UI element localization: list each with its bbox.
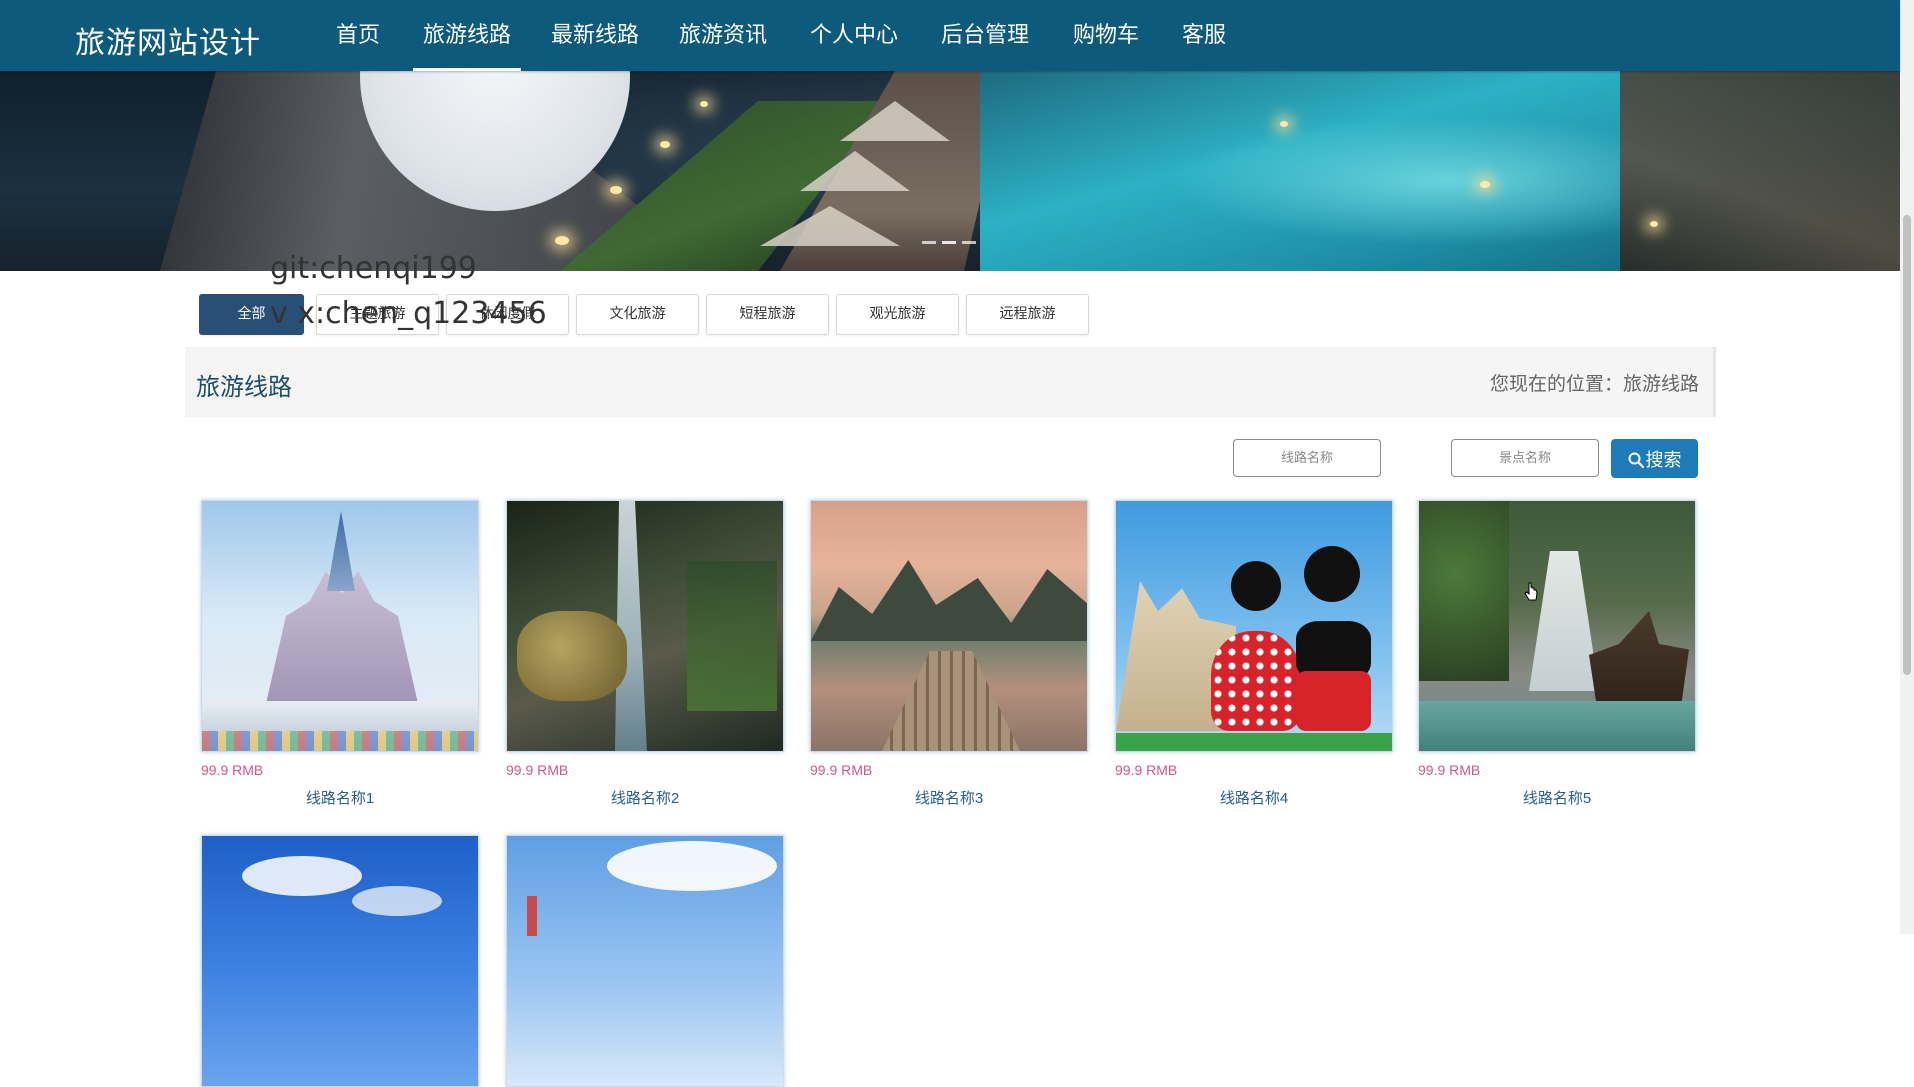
grass-strip: [1116, 733, 1392, 751]
crowd-strip: [202, 731, 478, 751]
category-short-trip[interactable]: 短程旅游: [706, 294, 829, 335]
scrollbar-thumb[interactable]: [1903, 215, 1911, 675]
nav-admin[interactable]: 后台管理: [931, 0, 1039, 71]
carousel-dot-active[interactable]: [942, 241, 956, 244]
route-price: 99.9 RMB: [1418, 762, 1481, 778]
site-brand[interactable]: 旅游网站设计: [75, 18, 261, 62]
route-price: 99.9 RMB: [810, 762, 873, 778]
page-title: 旅游线路: [196, 373, 292, 401]
mickey-figure: [1286, 546, 1381, 751]
lamp-light: [1480, 181, 1490, 188]
river-raft-photo[interactable]: [810, 500, 1088, 752]
waterfall-spray: [1529, 551, 1599, 691]
nav-personal-center[interactable]: 个人中心: [800, 0, 908, 71]
nav-travel-news[interactable]: 旅游资讯: [669, 0, 777, 71]
route-card-2[interactable]: 99.9 RMB 线路名称2: [506, 500, 784, 808]
lamp-light: [660, 141, 670, 148]
cloud-shape: [242, 856, 362, 896]
top-navbar: 旅游网站设计 首页 旅游线路 最新线路 旅游资讯 个人中心 后台管理 购物车 客…: [0, 0, 1900, 71]
lamp-light: [555, 236, 569, 245]
banner-loungers: [1620, 71, 1900, 271]
route-price: 99.9 RMB: [1115, 762, 1178, 778]
jungle-trees: [1419, 501, 1509, 681]
route-name[interactable]: 线路名称1: [201, 787, 479, 808]
route-name[interactable]: 线路名称2: [506, 787, 784, 808]
mickey-minnie-photo[interactable]: [1115, 500, 1393, 752]
pirate-ship-photo[interactable]: [1418, 500, 1696, 752]
cloud-shape: [607, 841, 777, 891]
route-name-input[interactable]: [1233, 439, 1381, 477]
ferns: [687, 561, 777, 711]
page-scrollbar[interactable]: [1900, 0, 1914, 934]
route-price: 99.9 RMB: [506, 762, 569, 778]
search-button-label: 搜索: [1645, 449, 1682, 471]
route-name[interactable]: 线路名称5: [1418, 787, 1696, 808]
breadcrumb: 您现在的位置：旅游线路: [1489, 373, 1699, 395]
route-card-3[interactable]: 99.9 RMB 线路名称3: [810, 500, 1088, 808]
lamp-light: [610, 186, 622, 194]
watermark-contact: v x:chen_q123456: [270, 296, 547, 331]
route-card-7[interactable]: [506, 835, 784, 1087]
search-icon: [1628, 452, 1644, 468]
lamp-light: [1280, 121, 1288, 127]
cloud-shape: [352, 886, 442, 916]
route-card-4[interactable]: 99.9 RMB 线路名称4: [1115, 500, 1393, 808]
nav-latest-routes[interactable]: 最新线路: [541, 0, 649, 71]
route-name[interactable]: 线路名称3: [810, 787, 1088, 808]
category-sightseeing[interactable]: 观光旅游: [836, 294, 959, 335]
watermark-git: git:chenqi199: [270, 251, 477, 286]
category-culture[interactable]: 文化旅游: [576, 294, 699, 335]
hero-banner: [0, 71, 1900, 271]
red-figure: [527, 896, 537, 936]
route-price: 99.9 RMB: [201, 762, 264, 778]
lamp-light: [700, 101, 708, 107]
route-card-1[interactable]: 99.9 RMB 线路名称1: [201, 500, 479, 808]
sky-clouds-photo[interactable]: [506, 835, 784, 1087]
carousel-dot[interactable]: [922, 241, 936, 244]
hand-cursor-icon: [1524, 582, 1538, 601]
bamboo-raft: [881, 651, 1021, 751]
spot-name-input[interactable]: [1451, 439, 1599, 477]
nav-routes[interactable]: 旅游线路: [413, 0, 522, 71]
waterfall-photo[interactable]: [506, 500, 784, 752]
lamp-light: [1650, 221, 1658, 227]
carousel-dot[interactable]: [962, 241, 976, 244]
blue-sky-photo[interactable]: [201, 835, 479, 1087]
castle-shape: [262, 571, 422, 721]
route-card-6[interactable]: [201, 835, 479, 1087]
section-header: 旅游线路 您现在的位置：旅游线路: [185, 347, 1716, 417]
nav-cart[interactable]: 购物车: [1063, 0, 1149, 71]
route-name[interactable]: 线路名称4: [1115, 787, 1393, 808]
nav-home[interactable]: 首页: [326, 0, 390, 71]
karst-hills: [811, 560, 1087, 641]
castle-photo[interactable]: [201, 500, 479, 752]
category-long-trip[interactable]: 远程旅游: [966, 294, 1089, 335]
search-button[interactable]: 搜索: [1611, 439, 1698, 478]
lagoon-water: [1419, 701, 1695, 751]
route-card-5[interactable]: 99.9 RMB 线路名称5: [1418, 500, 1696, 808]
mossy-rock: [517, 611, 627, 701]
castle-spire: [327, 511, 355, 591]
nav-support[interactable]: 客服: [1172, 0, 1236, 71]
